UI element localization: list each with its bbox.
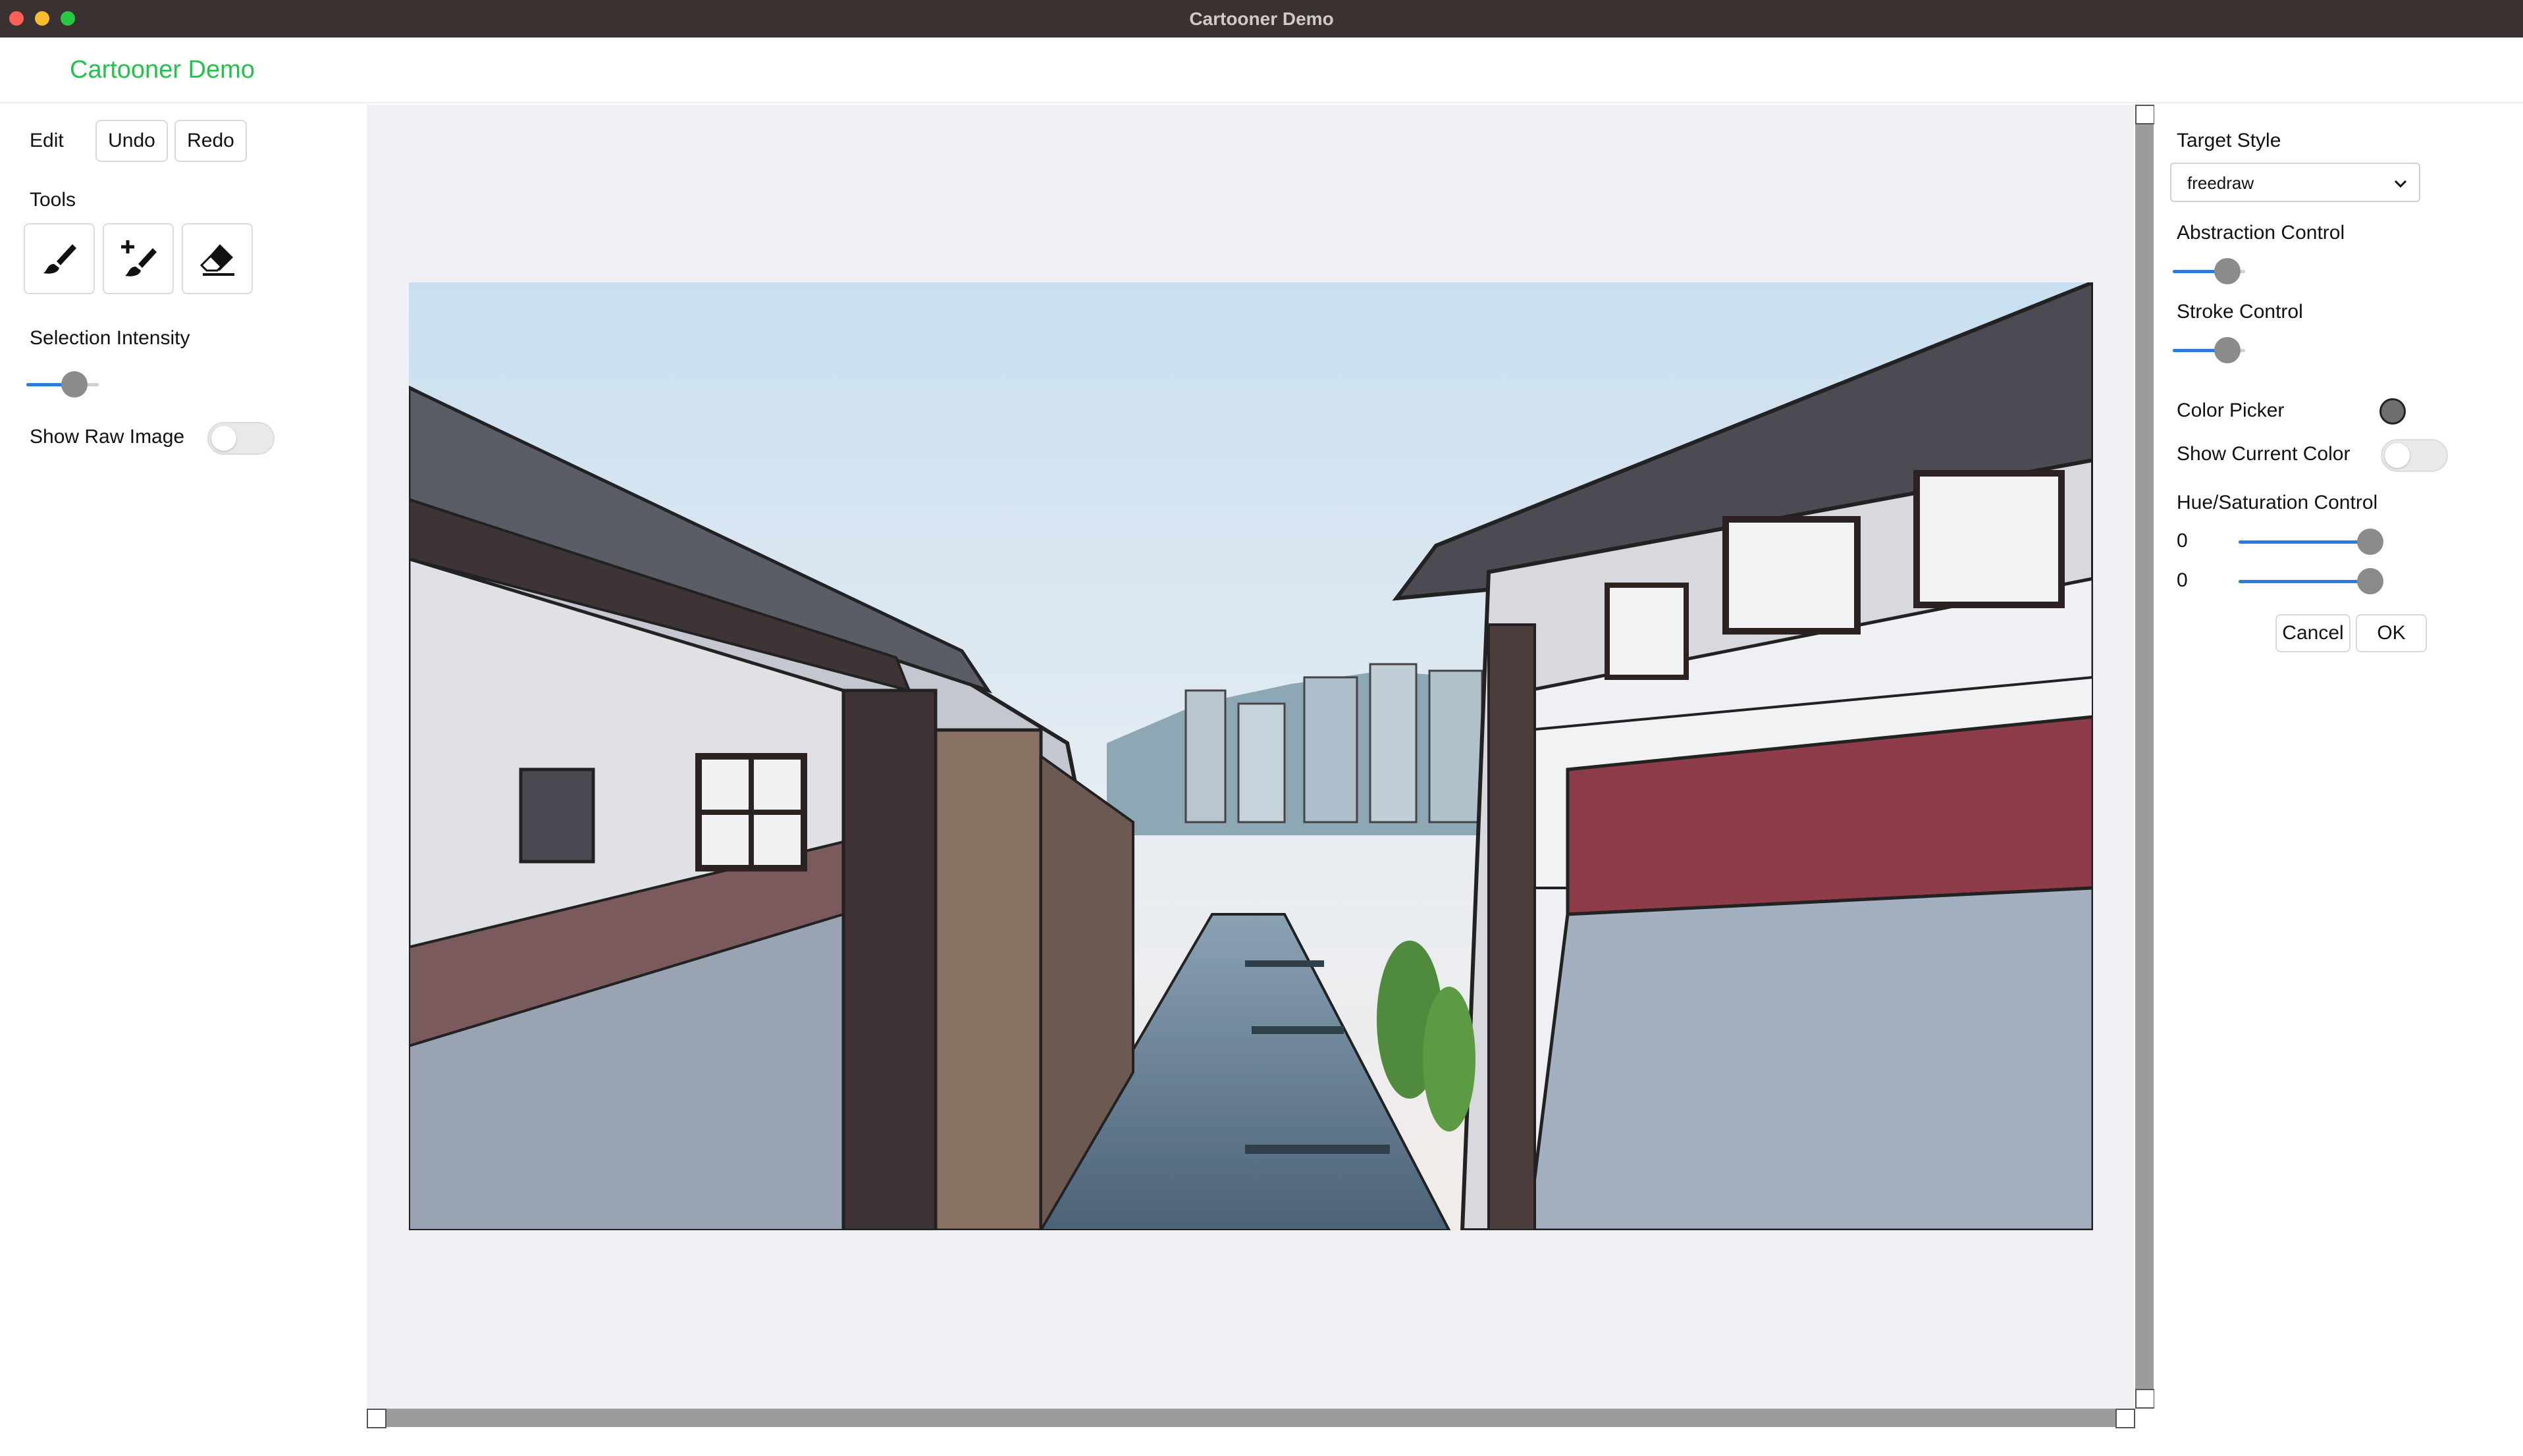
eraser-icon [199, 244, 234, 276]
abstraction-control-slider[interactable] [2173, 258, 2245, 284]
stroke-control-slider[interactable] [2173, 337, 2245, 363]
color-picker-swatch[interactable] [2379, 398, 2406, 425]
brush-tool-button[interactable] [24, 223, 95, 294]
target-style-value: freedraw [2187, 173, 2254, 193]
cartoonized-image[interactable] [409, 282, 2093, 1230]
vertical-scrollbar[interactable] [2135, 105, 2154, 1408]
show-current-color-toggle[interactable] [2381, 439, 2448, 472]
window-title: Cartooner Demo [1189, 9, 1334, 29]
saturation-slider[interactable] [2239, 568, 2383, 594]
app-title: Cartooner Demo [70, 56, 255, 84]
slider-knob[interactable] [2357, 529, 2383, 555]
slider-knob[interactable] [2357, 568, 2383, 594]
horizontal-scrollbar[interactable] [367, 1409, 2134, 1427]
hue-slider[interactable] [2239, 529, 2383, 555]
target-style-select[interactable]: freedraw [2170, 163, 2420, 202]
slider-knob[interactable] [2214, 337, 2241, 363]
eraser-tool-button[interactable] [182, 223, 253, 294]
image-canvas[interactable] [367, 105, 2134, 1421]
show-raw-image-label: Show Raw Image [30, 426, 185, 448]
window-titlebar: Cartooner Demo [0, 0, 2523, 38]
left-panel: Edit Undo Redo Tools Selection Intensity… [0, 105, 366, 1456]
resize-handle-bottom-left[interactable] [367, 1409, 386, 1428]
target-style-label: Target Style [2177, 130, 2281, 151]
cancel-button[interactable]: Cancel [2275, 614, 2350, 652]
selection-intensity-slider[interactable] [26, 371, 99, 398]
add-brush-icon [121, 240, 157, 276]
resize-handle-top[interactable] [2135, 105, 2155, 124]
stroke-control-label: Stroke Control [2177, 301, 2303, 323]
slider-knob[interactable] [61, 371, 88, 398]
app-header: Cartooner Demo [0, 38, 2523, 103]
resize-handle-bottom-right[interactable] [2135, 1389, 2155, 1409]
brush-icon [43, 244, 76, 274]
right-panel: Target Style freedraw Abstraction Contro… [2154, 105, 2523, 1456]
tools-label: Tools [30, 189, 76, 211]
ok-button[interactable]: OK [2356, 614, 2427, 652]
redo-button[interactable]: Redo [174, 120, 247, 162]
undo-button[interactable]: Undo [95, 120, 168, 162]
abstraction-control-label: Abstraction Control [2177, 222, 2345, 244]
slider-knob[interactable] [2214, 258, 2241, 284]
chevron-down-icon [2394, 180, 2407, 188]
show-raw-image-toggle[interactable] [207, 422, 275, 455]
hue-value: 0 [2177, 530, 2188, 552]
selection-intensity-label: Selection Intensity [30, 327, 190, 349]
edit-label: Edit [30, 130, 64, 151]
hue-saturation-label: Hue/Saturation Control [2177, 492, 2378, 513]
show-current-color-label: Show Current Color [2177, 443, 2350, 465]
add-brush-tool-button[interactable] [103, 223, 174, 294]
color-picker-label: Color Picker [2177, 400, 2285, 421]
resize-handle-bottom[interactable] [2115, 1409, 2135, 1428]
saturation-value: 0 [2177, 569, 2188, 591]
